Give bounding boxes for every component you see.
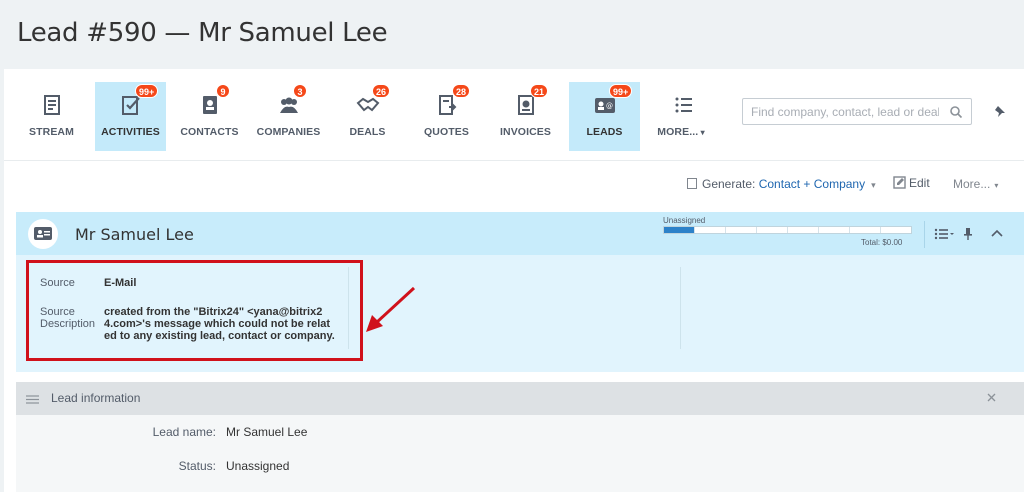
avatar bbox=[28, 219, 58, 249]
highlight-box bbox=[26, 260, 363, 361]
search-icon[interactable] bbox=[949, 105, 963, 119]
document-icon bbox=[687, 178, 697, 189]
progress-segment[interactable] bbox=[726, 227, 757, 233]
tab-label: ACTIVITIES bbox=[101, 126, 160, 138]
annotation-arrow-icon bbox=[366, 286, 416, 332]
more-button[interactable]: More... ▾ bbox=[953, 177, 998, 191]
close-icon[interactable] bbox=[987, 393, 996, 402]
lead-name-value[interactable]: Mr Samuel Lee bbox=[226, 425, 307, 439]
status-field-value[interactable]: Unassigned bbox=[226, 459, 289, 473]
tab-deals[interactable]: 26 DEALS bbox=[332, 82, 403, 151]
svg-text:@: @ bbox=[606, 102, 613, 110]
status-label: Unassigned bbox=[663, 216, 706, 225]
progress-segment[interactable] bbox=[695, 227, 726, 233]
lead-information-body: Lead name: Mr Samuel Lee Status: Unassig… bbox=[16, 415, 1024, 492]
tab-more[interactable]: MORE... ▾ bbox=[648, 82, 719, 151]
status-progress-bar[interactable] bbox=[663, 226, 912, 234]
tab-label: COMPANIES bbox=[256, 126, 321, 138]
badge: 99+ bbox=[609, 84, 633, 98]
search-input[interactable] bbox=[743, 99, 939, 124]
lead-name: Mr Samuel Lee bbox=[75, 225, 194, 244]
lead-information-header[interactable]: Lead information bbox=[16, 382, 1024, 415]
lead-header: Mr Samuel Lee Unassigned Total: $0.00 bbox=[16, 212, 1024, 255]
drag-handle-icon[interactable] bbox=[26, 395, 39, 404]
tab-contacts[interactable]: 9 CONTACTS bbox=[174, 82, 245, 151]
badge: 99+ bbox=[135, 84, 159, 98]
tab-label: MORE... ▾ bbox=[657, 126, 705, 138]
more-list-icon bbox=[675, 97, 692, 113]
list-settings-icon[interactable] bbox=[934, 228, 954, 240]
chevron-up-icon[interactable] bbox=[991, 229, 1003, 237]
tab-leads[interactable]: @ 99+ LEADS bbox=[569, 82, 640, 151]
generate-label: Generate: bbox=[702, 177, 756, 191]
status-field-label: Status: bbox=[178, 459, 216, 473]
pin-icon[interactable] bbox=[963, 228, 973, 240]
badge: 28 bbox=[452, 84, 471, 98]
tab-activities[interactable]: 99+ ACTIVITIES bbox=[95, 82, 166, 151]
column-divider bbox=[680, 267, 681, 349]
generate-value[interactable]: Contact + Company bbox=[759, 177, 865, 191]
pin-icon[interactable] bbox=[993, 104, 1007, 118]
page-title: Lead #590 — Mr Samuel Lee bbox=[17, 18, 388, 48]
action-bar: Generate: Contact + Company ▾ Edit More..… bbox=[4, 170, 1024, 198]
tab-stream[interactable]: STREAM bbox=[16, 82, 87, 151]
tab-label: QUOTES bbox=[424, 126, 469, 138]
generate-menu[interactable]: Generate: Contact + Company ▾ bbox=[687, 177, 876, 191]
search-box[interactable] bbox=[742, 98, 972, 125]
progress-segment[interactable] bbox=[788, 227, 819, 233]
progress-segment[interactable] bbox=[819, 227, 850, 233]
tab-label: CONTACTS bbox=[180, 126, 239, 138]
tab-companies[interactable]: 3 COMPANIES bbox=[253, 82, 324, 151]
edit-button[interactable]: Edit bbox=[893, 176, 930, 190]
progress-segment[interactable] bbox=[757, 227, 788, 233]
badge: 26 bbox=[372, 84, 391, 98]
lead-name-label: Lead name: bbox=[152, 425, 216, 439]
divider bbox=[924, 221, 925, 248]
tab-label: INVOICES bbox=[500, 126, 551, 138]
badge: 9 bbox=[216, 84, 230, 98]
progress-segment[interactable] bbox=[850, 227, 881, 233]
lead-card-icon bbox=[34, 227, 52, 240]
section-title: Lead information bbox=[51, 391, 141, 405]
tab-label: LEADS bbox=[586, 126, 623, 138]
progress-segment[interactable] bbox=[881, 227, 911, 233]
tab-label: STREAM bbox=[29, 126, 74, 138]
stream-icon bbox=[43, 95, 60, 115]
chevron-down-icon: ▾ bbox=[871, 180, 876, 190]
crm-toolbar: STREAM 99+ ACTIVITIES 9 CONTACTS 3 COMPA… bbox=[4, 69, 1024, 161]
badge: 3 bbox=[293, 84, 307, 98]
edit-icon bbox=[893, 176, 906, 189]
tab-quotes[interactable]: 28 QUOTES bbox=[411, 82, 482, 151]
tab-invoices[interactable]: 21 INVOICES bbox=[490, 82, 561, 151]
badge: 21 bbox=[530, 84, 549, 98]
tab-label: DEALS bbox=[349, 126, 386, 138]
progress-segment[interactable] bbox=[664, 227, 695, 233]
total-amount: Total: $0.00 bbox=[861, 238, 903, 247]
